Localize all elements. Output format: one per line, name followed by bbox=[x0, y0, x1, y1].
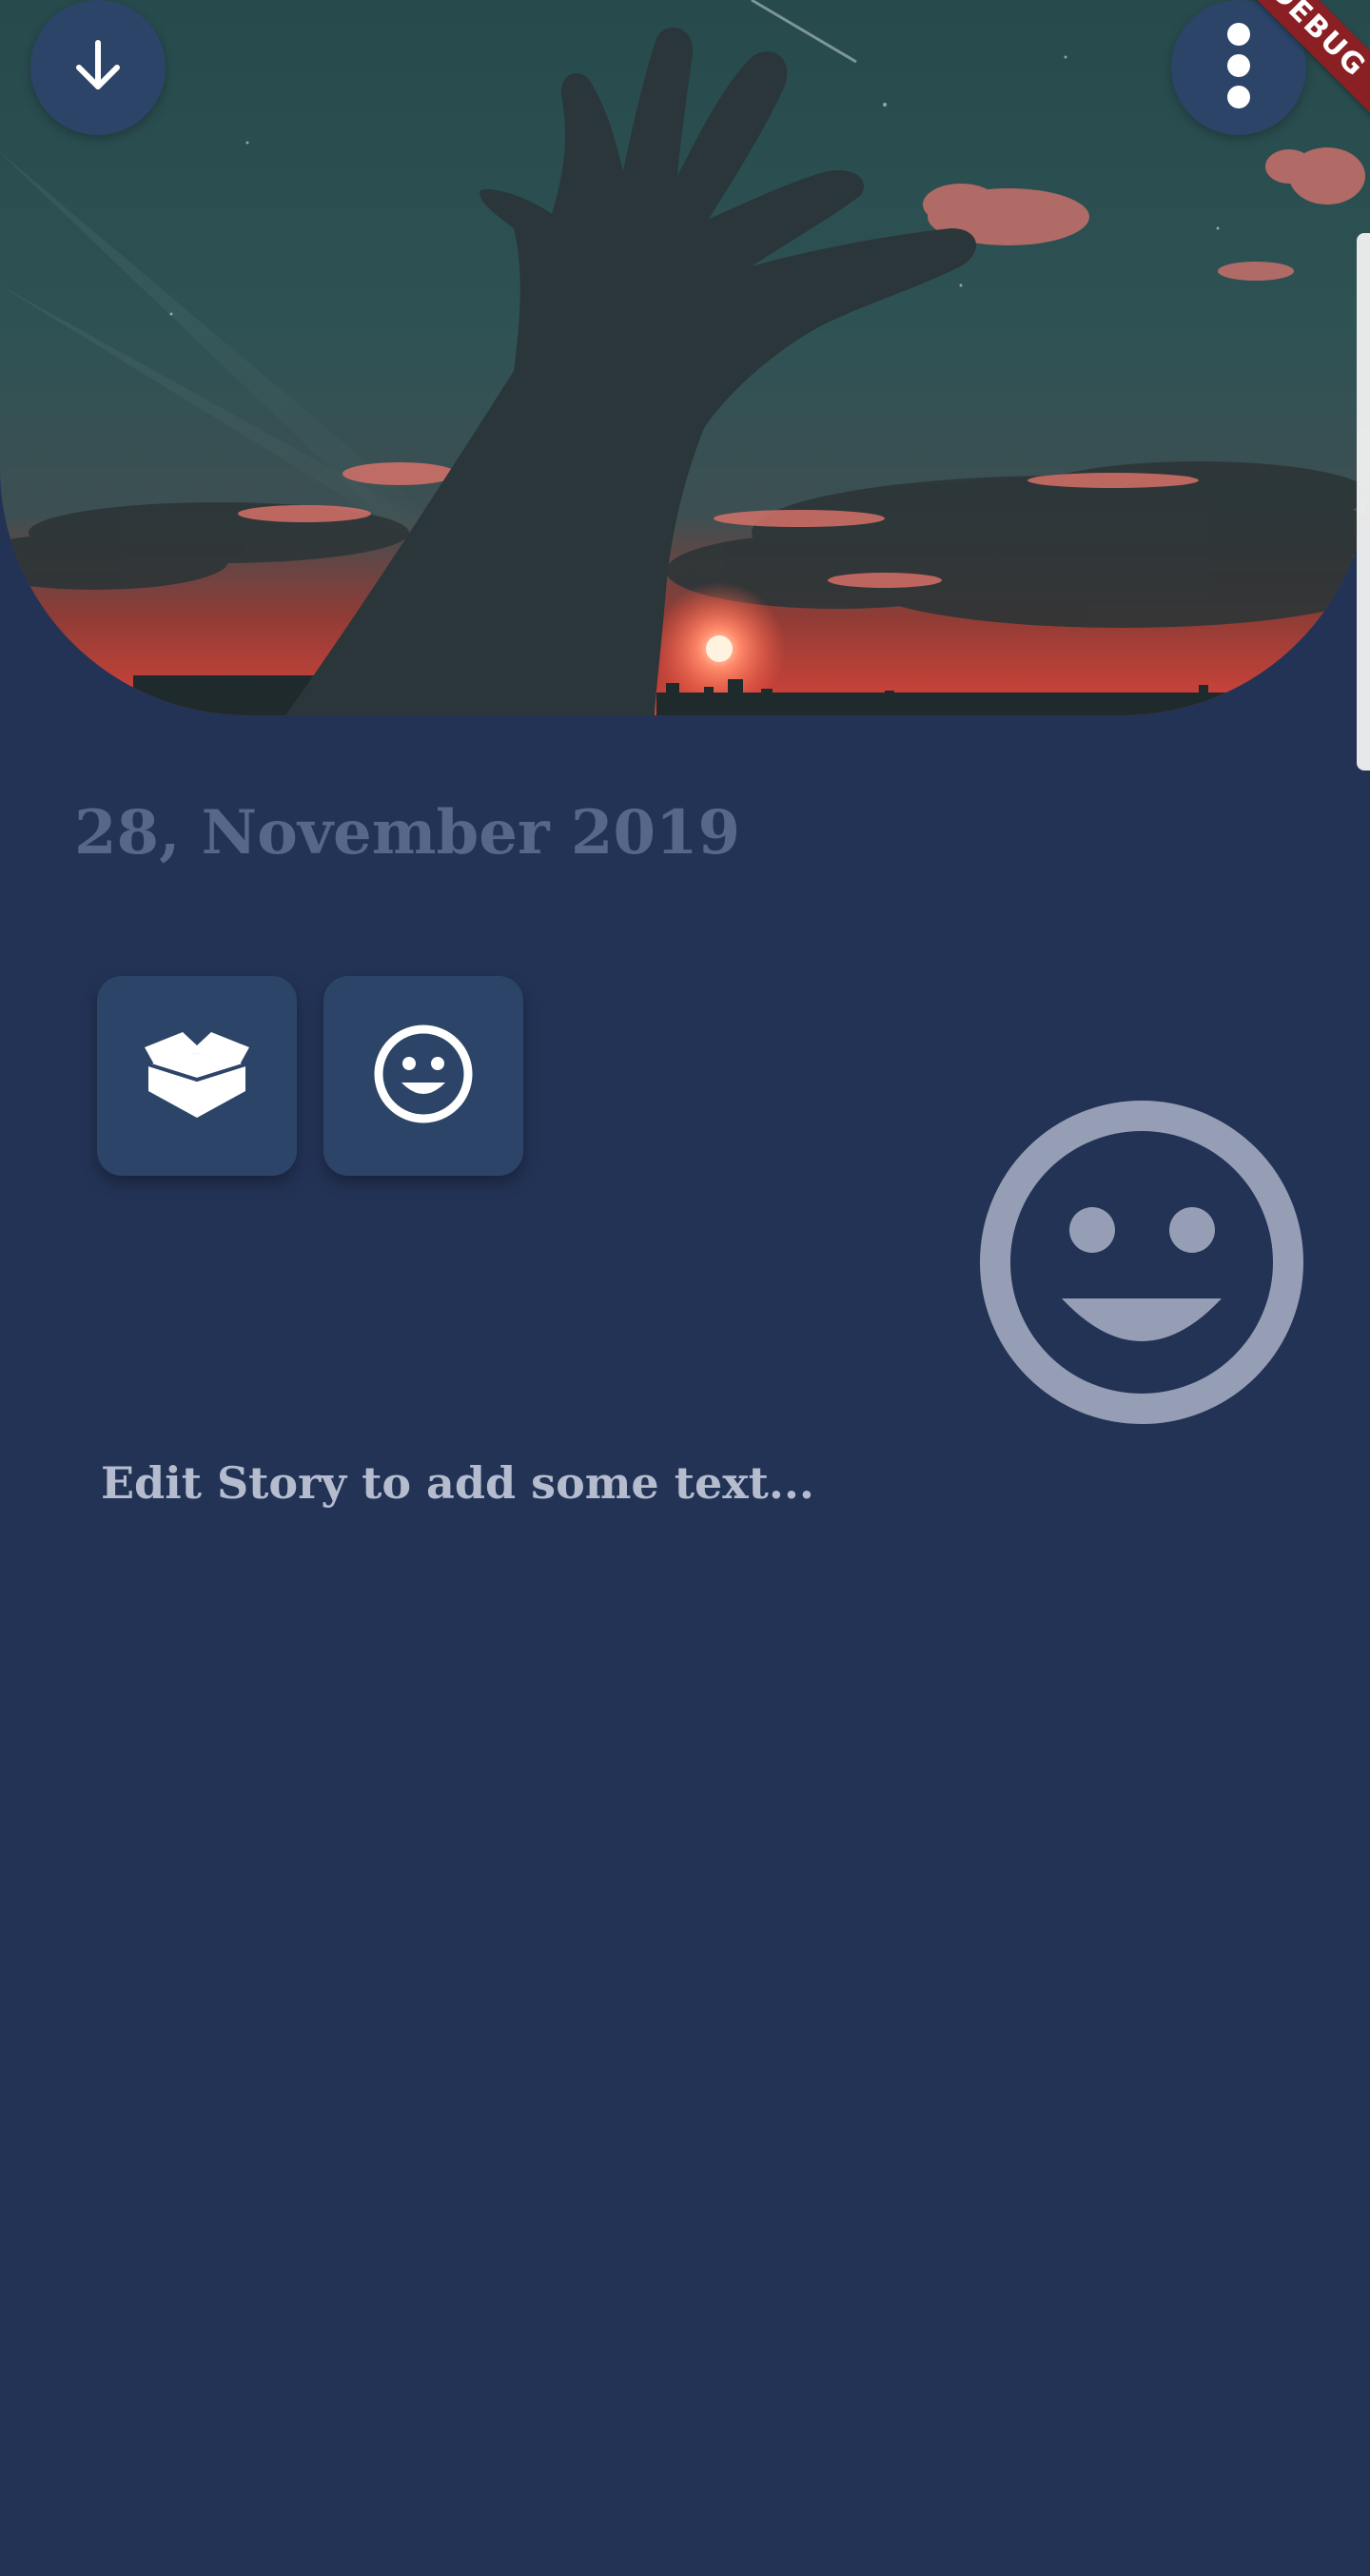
sunset-hand-image bbox=[0, 0, 1370, 715]
story-detail-screen: DEBUG 28, November 2019 Edit Story to ad… bbox=[0, 0, 1370, 2576]
scrollbar[interactable] bbox=[1357, 233, 1370, 771]
mood-button[interactable] bbox=[323, 976, 523, 1176]
smile-face-icon bbox=[373, 1024, 474, 1128]
box-open-icon bbox=[135, 1026, 259, 1125]
story-text[interactable]: Edit Story to add some text... bbox=[101, 1457, 814, 1509]
entry-date: 28, November 2019 bbox=[74, 797, 741, 868]
more-vert-icon bbox=[1224, 23, 1253, 112]
mood-indicator-icon bbox=[978, 1099, 1306, 1427]
back-button[interactable] bbox=[30, 0, 166, 135]
archive-button[interactable] bbox=[97, 976, 297, 1176]
header-photo bbox=[0, 0, 1370, 715]
arrow-down-icon bbox=[68, 35, 128, 100]
